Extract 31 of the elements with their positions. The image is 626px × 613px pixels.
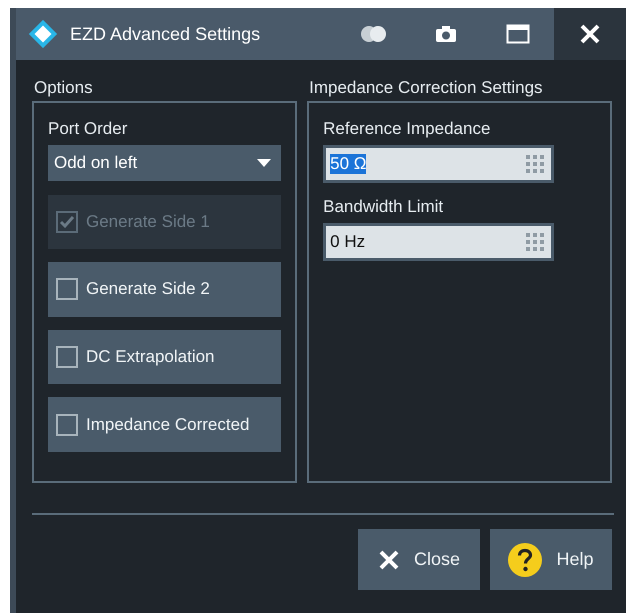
close-icon	[579, 23, 601, 45]
checkbox[interactable]	[56, 278, 78, 300]
checkbox[interactable]	[56, 346, 78, 368]
keypad-icon	[525, 232, 546, 252]
logo-icon	[26, 17, 60, 51]
input-field[interactable]: 0 Hz	[323, 223, 554, 261]
checkbox-option[interactable]: Impedance Corrected	[48, 397, 282, 452]
field-value: 0 Hz	[330, 232, 366, 252]
checkbox-option[interactable]: Generate Side 2	[48, 262, 282, 317]
close-button[interactable]	[554, 8, 626, 60]
caret-icon	[257, 158, 272, 167]
input-field[interactable]: 50 Ω	[323, 145, 554, 183]
field-label: Port Order	[48, 119, 128, 139]
field-label: Reference Impedance	[323, 119, 492, 139]
close-icon	[378, 548, 400, 570]
window-title: EZD Advanced Settings	[70, 24, 262, 44]
toggle-icon	[359, 25, 389, 43]
field-value: 50 Ω	[330, 154, 366, 174]
checkbox-option[interactable]: DC Extrapolation	[48, 330, 282, 384]
camera-icon	[435, 25, 457, 43]
group-title: Options	[34, 78, 94, 98]
keypad-icon	[525, 154, 546, 174]
close-button[interactable]: Close	[358, 529, 480, 590]
field-label: Bandwidth Limit	[323, 197, 444, 217]
group-title: Impedance Correction Settings	[309, 78, 544, 98]
port-order-dropdown[interactable]: Odd on left	[48, 145, 282, 180]
check-icon	[59, 214, 75, 229]
maximize-icon	[506, 24, 530, 44]
checkbox[interactable]	[56, 414, 78, 436]
help-button[interactable]: Help	[490, 529, 612, 590]
help-icon	[508, 542, 542, 576]
